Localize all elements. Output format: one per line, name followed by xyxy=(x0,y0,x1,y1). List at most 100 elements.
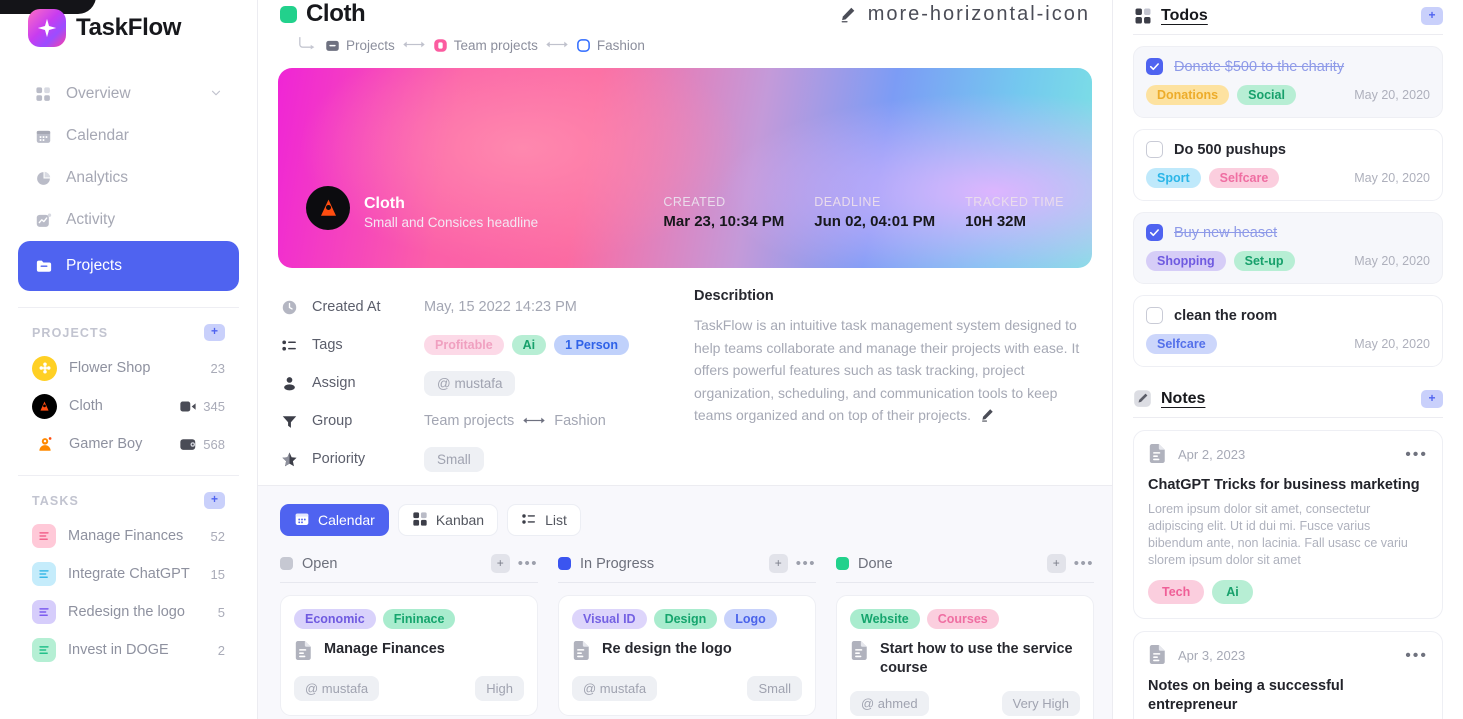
meta-value-tags: Profitable Ai 1 Person xyxy=(424,335,629,355)
card-title: Start how to use the service course xyxy=(880,641,1073,676)
more-horizontal-icon[interactable]: ••• xyxy=(796,556,816,571)
pencil-icon[interactable] xyxy=(979,407,995,430)
tag-chip[interactable]: Profitable xyxy=(424,335,504,355)
pencil-icon[interactable] xyxy=(838,5,857,24)
card-tag[interactable]: Logo xyxy=(724,609,777,629)
card-tag[interactable]: Fininace xyxy=(382,609,456,629)
task-card[interactable]: Website Courses Start how to use the ser… xyxy=(836,595,1094,719)
breadcrumb: Projects Team projects Fashion xyxy=(280,28,1090,54)
tag-chip[interactable]: Ai xyxy=(511,335,547,355)
card-tag[interactable]: Courses xyxy=(926,609,999,629)
breadcrumb-item-projects[interactable]: Projects xyxy=(325,38,395,53)
add-card-button[interactable]: + xyxy=(1046,554,1066,573)
square-icon xyxy=(433,38,448,53)
todo-checkbox[interactable] xyxy=(1146,224,1163,241)
card-tag[interactable]: Economic xyxy=(294,609,376,629)
todo-bottom: Shopping Set-up May 20, 2020 xyxy=(1146,251,1430,271)
todo-tag[interactable]: Selfcare xyxy=(1146,334,1217,354)
document-icon xyxy=(850,640,871,663)
grid-icon xyxy=(34,85,53,104)
add-todo-button[interactable]: + xyxy=(1421,6,1443,25)
assignee-chip[interactable]: @ mustafa xyxy=(424,370,516,396)
breadcrumb-item-team-projects[interactable]: Team projects xyxy=(433,38,538,53)
board-column-in-progress: In Progress + ••• Visual ID Design Logo xyxy=(558,554,816,719)
add-card-button[interactable]: + xyxy=(490,554,510,573)
todo-tag[interactable]: Set-up xyxy=(1233,251,1295,271)
sidebar-project-flower-shop[interactable]: Flower Shop 23 xyxy=(18,349,239,387)
sidebar-item-projects[interactable]: Projects xyxy=(18,241,239,291)
card-tag[interactable]: Website xyxy=(850,609,920,629)
more-horizontal-icon[interactable]: ••• xyxy=(518,556,538,571)
todo-tag[interactable]: Shopping xyxy=(1146,251,1226,271)
sidebar-task-redesign-the-logo[interactable]: Redesign the logo 5 xyxy=(18,593,239,631)
card-tag[interactable]: Visual ID xyxy=(572,609,647,629)
todo-item[interactable]: Donate $500 to the charity Donations Soc… xyxy=(1133,46,1443,118)
person-icon xyxy=(280,375,298,392)
note-tag[interactable]: Ai xyxy=(1212,580,1253,604)
todos-panel-header: Todos + xyxy=(1133,0,1443,35)
note-card[interactable]: Apr 3, 2023 ••• Notes on being a success… xyxy=(1133,631,1443,719)
todo-checkbox[interactable] xyxy=(1146,141,1163,158)
card-assignee[interactable]: @ ahmed xyxy=(850,691,929,716)
todo-item[interactable]: clean the room Selfcare May 20, 2020 xyxy=(1133,295,1443,367)
brand[interactable]: TaskFlow xyxy=(18,0,239,47)
add-task-button[interactable]: + xyxy=(204,492,225,509)
more-horizontal-icon[interactable]: ••• xyxy=(1405,647,1428,663)
task-card[interactable]: Economic Fininace Manage Finances @ must… xyxy=(280,595,538,716)
sidebar-project-gamer-boy[interactable]: Gamer Boy 568 xyxy=(18,425,239,463)
folder-icon xyxy=(34,257,53,276)
sidebar-item-calendar[interactable]: Calendar xyxy=(18,115,239,157)
add-card-button[interactable]: + xyxy=(768,554,788,573)
note-tag[interactable]: Tech xyxy=(1148,580,1205,604)
sidebar-item-overview[interactable]: Overview xyxy=(18,73,239,115)
document-icon xyxy=(572,640,593,663)
sidebar-task-integrate-chatgpt[interactable]: Integrate ChatGPT 15 xyxy=(18,555,239,593)
sidebar-task-manage-finances[interactable]: Manage Finances 52 xyxy=(18,517,239,555)
todo-tag[interactable]: Sport xyxy=(1146,168,1201,188)
sidebar-task-invest-in-doge[interactable]: Invest in DOGE 2 xyxy=(18,631,239,669)
sidebar-item-activity[interactable]: Activity xyxy=(18,199,239,241)
tab-label: List xyxy=(545,512,567,528)
column-header: Open + ••• xyxy=(280,554,538,583)
card-assignee[interactable]: @ mustafa xyxy=(294,676,380,701)
more-horizontal-icon[interactable]: ••• xyxy=(1074,556,1094,571)
todo-tag[interactable]: Social xyxy=(1237,85,1296,105)
note-card[interactable]: Apr 2, 2023 ••• ChatGPT Tricks for busin… xyxy=(1133,430,1443,619)
status-badge xyxy=(280,5,297,23)
sidebar-project-label: Gamer Boy xyxy=(69,436,143,452)
priority-chip[interactable]: Small xyxy=(424,446,484,472)
todo-item[interactable]: Buy new heaset Shopping Set-up May 20, 2… xyxy=(1133,212,1443,284)
add-note-button[interactable]: + xyxy=(1421,389,1443,408)
chevron-down-icon[interactable] xyxy=(209,86,223,103)
todo-tag[interactable]: Donations xyxy=(1146,85,1230,105)
todo-checkbox[interactable] xyxy=(1146,307,1163,324)
more-horizontal-icon[interactable]: ••• xyxy=(1405,446,1428,462)
tab-kanban[interactable]: Kanban xyxy=(397,504,499,536)
tab-list[interactable]: List xyxy=(507,504,581,536)
sidebar-project-cloth[interactable]: Cloth 345 xyxy=(18,387,239,425)
card-tag[interactable]: Design xyxy=(653,609,718,629)
card-assignee[interactable]: @ mustafa xyxy=(572,676,658,701)
card-tags: Economic Fininace xyxy=(294,609,524,629)
sidebar-item-analytics[interactable]: Analytics xyxy=(18,157,239,199)
add-project-button[interactable]: + xyxy=(204,324,225,341)
breadcrumb-item-fashion[interactable]: Fashion xyxy=(576,38,645,53)
card-title: Manage Finances xyxy=(324,641,445,657)
todo-item[interactable]: Do 500 pushups Sport Selfcare May 20, 20… xyxy=(1133,129,1443,201)
tag-chip[interactable]: 1 Person xyxy=(554,335,629,355)
meta-label: Tags xyxy=(312,337,343,353)
list-icon xyxy=(521,511,537,530)
sidebar-task-label: Invest in DOGE xyxy=(68,642,169,658)
outline-square-icon xyxy=(576,38,591,53)
description-text: TaskFlow is an intuitive task management… xyxy=(694,314,1090,430)
todo-checkbox[interactable] xyxy=(1146,58,1163,75)
more-horizontal-icon[interactable]: more-horizontal-icon xyxy=(868,4,1090,24)
card-priority[interactable]: High xyxy=(475,676,524,701)
card-priority[interactable]: Very High xyxy=(1001,691,1080,716)
card-priority[interactable]: Small xyxy=(747,676,802,701)
task-card[interactable]: Visual ID Design Logo Re design the logo… xyxy=(558,595,816,716)
column-status-dot xyxy=(558,557,571,570)
tab-calendar[interactable]: Calendar xyxy=(280,504,389,536)
todo-tag[interactable]: Selfcare xyxy=(1208,168,1280,188)
sidebar-task-label: Redesign the logo xyxy=(68,604,185,620)
